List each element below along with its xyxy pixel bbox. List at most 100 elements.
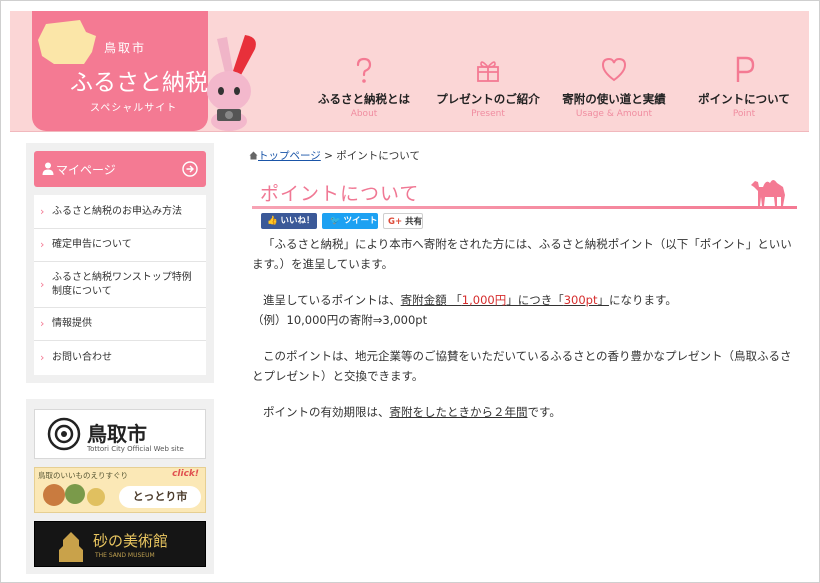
thumbs-up-icon: 👍 (267, 216, 281, 226)
sidebar-banners: 鳥取市 Tottori City Official Web site 鳥取のいい… (26, 399, 214, 574)
page-frame: 鳥取市 ふるさと納税 スペシャルサイト ふるさと納税とは About プレゼント… (0, 0, 820, 583)
facebook-like-label: いいね！ (280, 216, 315, 226)
breadcrumb-separator: > (324, 150, 333, 162)
sidebar-item-tax-return[interactable]: › 確定申告について (34, 229, 206, 262)
person-icon (42, 162, 54, 175)
breadcrumb: トップページ > ポイントについて (249, 148, 420, 163)
mypage-button[interactable]: マイページ (34, 151, 206, 187)
points-prefix: 進呈しているポイントは、 (262, 293, 401, 307)
content-paragraph-2: 進呈しているポイントは、寄附金額 「1,000円」につき「300pt」になります… (252, 290, 797, 310)
main-content: 「ふるさと納税」により本市へ寄附をされた方には、ふるさと納税ポイント（以下「ポイ… (252, 234, 797, 422)
logo-title: ふるさと納税 (70, 70, 208, 96)
mypage-label: マイページ (56, 163, 116, 177)
shop-banner-name: とっとり市 (119, 486, 201, 508)
point-p-icon (736, 56, 755, 82)
title-underline (252, 206, 797, 209)
sidebar-item-application[interactable]: › ふるさと納税のお申込み方法 (34, 195, 206, 229)
nav-present-en: Present (471, 109, 505, 119)
sidebar-menu: › ふるさと納税のお申込み方法 › 確定申告について › ふるさと納税ワンストッ… (34, 195, 206, 375)
city-banner-en: Tottori City Official Web site (87, 445, 184, 453)
nav-point-en: Point (732, 109, 756, 119)
content-paragraph-1: 「ふるさと納税」により本市へ寄附をされた方には、ふるさと納税ポイント（以下「ポイ… (252, 234, 797, 274)
sidebar-item-contact[interactable]: › お問い合わせ (34, 341, 206, 375)
sidebar-item-one-stop[interactable]: › ふるさと納税ワンストップ特例制度について (34, 262, 206, 308)
logo-city-name: 鳥取市 (104, 41, 147, 55)
content-example: （例）10,000円の寄附⇒3,000pt (252, 313, 428, 327)
city-banner-name: 鳥取市 (87, 422, 147, 446)
points-rate: 寄附金額 「1,000円」につき「300pt」 (401, 293, 609, 307)
sidebar-item-label: ふるさと納税のお申込み方法 (52, 205, 182, 217)
page-title-block: ポイントについて (252, 173, 797, 211)
nav-point[interactable]: ポイントについて Point (684, 55, 804, 119)
breadcrumb-home-link[interactable]: トップページ (258, 150, 321, 162)
nav-about-en: About (350, 109, 378, 119)
site-logo[interactable]: 鳥取市 ふるさと納税 スペシャルサイト (32, 11, 208, 131)
nav-present[interactable]: プレゼントのご紹介 Present (428, 55, 548, 119)
twitter-bird-icon: 🐦 (330, 216, 344, 226)
museum-banner-en: THE SAND MUSEUM (95, 552, 155, 559)
tottori-city-badge (38, 20, 96, 64)
points-rate-part: 」 (597, 293, 609, 307)
chevron-right-icon: › (40, 238, 45, 251)
nav-usage[interactable]: 寄附の使い道と実績 Usage & Amount (554, 55, 674, 119)
museum-banner-name: 砂の美術館 (93, 532, 169, 550)
validity-prefix: ポイントの有効期限は、 (262, 405, 390, 419)
chevron-right-icon: › (40, 351, 45, 364)
google-share-button[interactable]: G+ 共有 (383, 213, 423, 229)
sidebar: マイページ › ふるさと納税のお申込み方法 › 確定申告について › ふるさと納… (26, 143, 214, 383)
nav-present-label: プレゼントのご紹介 (436, 92, 540, 106)
sidebar-item-info[interactable]: › 情報提供 (34, 308, 206, 341)
points-amount: 1,000円 (461, 293, 507, 307)
breadcrumb-current: ポイントについて (336, 150, 420, 162)
nav-usage-en: Usage & Amount (575, 109, 653, 119)
twitter-tweet-button[interactable]: 🐦 ツイート (322, 213, 378, 229)
rabbit-mascot-icon (207, 35, 256, 131)
facebook-like-button[interactable]: 👍 いいね！ (261, 213, 317, 229)
sand-museum-banner[interactable]: 砂の美術館 THE SAND MUSEUM (34, 521, 206, 567)
content-paragraph-3: このポイントは、地元企業等のご協賛をいただいているふるさとの香り豊かなプレゼント… (252, 346, 797, 386)
points-rate-part: 寄附金額 「 (400, 293, 462, 307)
twitter-tweet-label: ツイート (343, 216, 378, 226)
tottori-city-banner[interactable]: 鳥取市 Tottori City Official Web site (34, 409, 206, 459)
tottori-shop-banner[interactable]: 鳥取のいいものえりすぐり click! とっとり市 (34, 467, 206, 513)
site-header: 鳥取市 ふるさと納税 スペシャルサイト ふるさと納税とは About プレゼント… (10, 11, 809, 132)
circle-arrow-right-icon (182, 161, 198, 177)
points-rate-part: 」につき「 (506, 293, 564, 307)
content-paragraph-3-text: このポイントは、地元企業等のご協賛をいただいているふるさとの香り豊かなプレゼント… (252, 349, 792, 383)
sidebar-item-label: 情報提供 (52, 318, 92, 329)
validity-suffix: です。 (527, 405, 561, 419)
sidebar-item-label: ふるさと納税ワンストップ特例制度について (52, 271, 192, 297)
camel-icon (751, 180, 785, 206)
gift-icon (477, 61, 499, 82)
content-paragraph-1-text: 「ふるさと納税」により本市へ寄附をされた方には、ふるさと納税ポイント（以下「ポイ… (252, 237, 792, 271)
nav-usage-label: 寄附の使い道と実績 (562, 92, 666, 106)
validity-period: 寄附をしたときから２年間 (389, 405, 528, 419)
shop-banner-click: click! (172, 469, 199, 479)
home-icon (249, 151, 258, 160)
product-image (87, 488, 105, 506)
product-image (65, 484, 85, 504)
google-plus-icon: G+ (388, 217, 406, 227)
global-nav: ふるさと納税とは About プレゼントのご紹介 Present 寄附の使い道と… (310, 55, 800, 125)
content-paragraph-4: ポイントの有効期限は、寄附をしたときから２年間です。 (252, 402, 797, 422)
sidebar-item-label: お問い合わせ (52, 352, 112, 363)
google-share-label: 共有 (405, 217, 423, 227)
castle-icon (59, 532, 83, 562)
points-value: 300pt (563, 293, 598, 307)
logo-subtitle: スペシャルサイト (90, 103, 178, 114)
product-image (43, 484, 65, 506)
sidebar-item-label: 確定申告について (52, 239, 132, 250)
city-emblem-icon (47, 417, 81, 451)
question-icon (356, 57, 372, 83)
nav-point-label: ポイントについて (698, 92, 790, 106)
nav-about-label: ふるさと納税とは (318, 92, 410, 106)
chevron-right-icon: › (40, 277, 45, 291)
chevron-right-icon: › (40, 204, 45, 218)
shop-banner-caption: 鳥取のいいものえりすぐり (38, 471, 128, 480)
nav-about[interactable]: ふるさと納税とは About (304, 55, 424, 119)
chevron-right-icon: › (40, 317, 45, 330)
heart-icon (601, 57, 627, 82)
